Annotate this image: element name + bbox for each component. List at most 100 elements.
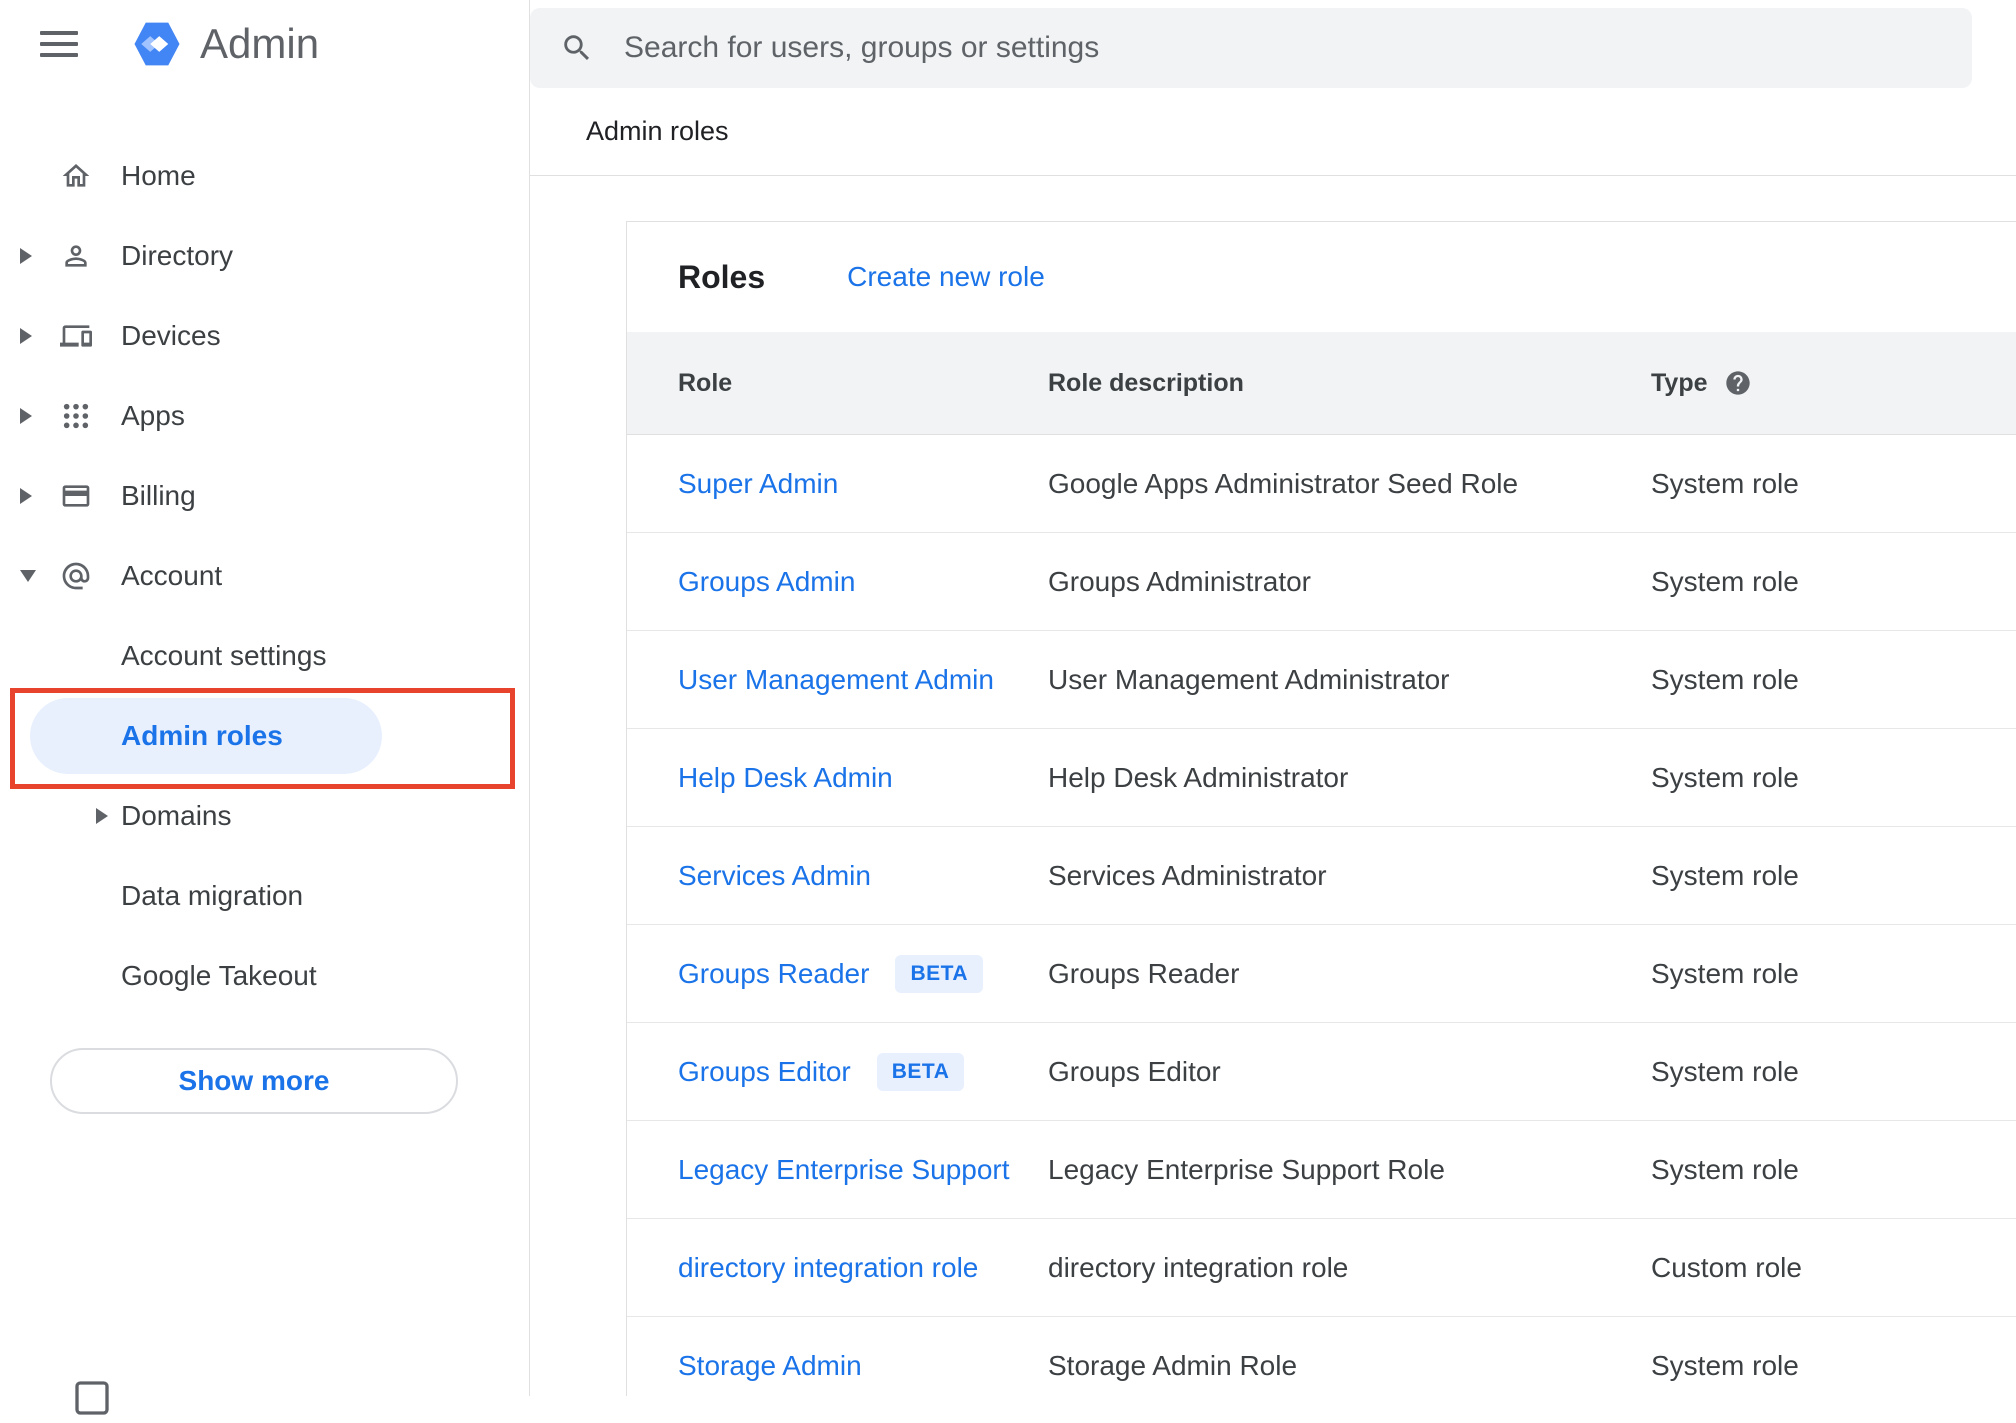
role-description: Legacy Enterprise Support Role — [1048, 1153, 1445, 1185]
role-description: Groups Administrator — [1048, 565, 1311, 597]
table-row[interactable]: Help Desk Admin Help Desk Administrator … — [627, 729, 2016, 827]
role-link[interactable]: Services Admin — [678, 860, 871, 892]
role-link[interactable]: Groups Editor — [678, 1056, 851, 1088]
beta-badge: BETA — [876, 1052, 965, 1091]
search-bar — [530, 8, 1972, 88]
beta-badge: BETA — [895, 954, 984, 993]
sidebar-item-label: Google Takeout — [121, 960, 317, 991]
table-row[interactable]: User Management Admin User Management Ad… — [627, 631, 2016, 729]
role-type: System role — [1651, 565, 1799, 597]
account-at-icon — [56, 560, 96, 592]
role-type: System role — [1651, 1349, 1799, 1381]
table-row[interactable]: Groups Reader BETA Groups Reader System … — [627, 925, 2016, 1023]
sidebar: Admin Home Directory Devices Apps Billin… — [0, 0, 530, 1415]
directory-icon — [56, 240, 96, 272]
sidebar-item-label: Billing — [121, 480, 196, 511]
column-header-description: Role description — [1048, 368, 1244, 397]
sidebar-item-account[interactable]: Account — [0, 536, 529, 616]
create-new-role-link[interactable]: Create new role — [847, 261, 1045, 293]
devices-icon — [56, 320, 96, 352]
billing-card-icon — [56, 480, 96, 512]
table-row[interactable]: Super Admin Google Apps Administrator Se… — [627, 435, 2016, 533]
role-description: Services Administrator — [1048, 859, 1327, 891]
show-more-button[interactable]: Show more — [50, 1048, 458, 1114]
sidebar-item-devices[interactable]: Devices — [0, 296, 529, 376]
role-type: System role — [1651, 761, 1799, 793]
role-description: Google Apps Administrator Seed Role — [1048, 467, 1519, 499]
table-row[interactable]: Legacy Enterprise Support Legacy Enterpr… — [627, 1121, 2016, 1219]
divider — [530, 175, 2016, 176]
search-input[interactable] — [624, 31, 1942, 65]
role-link[interactable]: User Management Admin — [678, 664, 994, 696]
role-description: Groups Reader — [1048, 957, 1240, 989]
bottom-partial-icon — [72, 1378, 112, 1423]
table-header-row: Role Role description Type — [627, 332, 2016, 435]
sidebar-item-label: Account — [121, 560, 223, 591]
sidebar-item-apps[interactable]: Apps — [0, 376, 529, 456]
sidebar-item-data-migration[interactable]: Data migration — [0, 856, 529, 936]
role-description: Help Desk Administrator — [1048, 761, 1349, 793]
role-link[interactable]: directory integration role — [678, 1252, 978, 1284]
sidebar-item-label: Home — [121, 160, 196, 191]
sidebar-nav: Home Directory Devices Apps Billing Acco… — [0, 88, 529, 1114]
sidebar-item-label: Apps — [121, 400, 185, 431]
sidebar-header: Admin — [0, 0, 529, 88]
table-row[interactable]: Groups Editor BETA Groups Editor System … — [627, 1023, 2016, 1121]
column-header-role: Role — [678, 368, 733, 397]
role-link[interactable]: Legacy Enterprise Support — [678, 1154, 1010, 1186]
role-description: User Management Administrator — [1048, 663, 1450, 695]
role-description: directory integration role — [1048, 1251, 1349, 1283]
role-type: System role — [1651, 663, 1799, 695]
expand-arrow-icon — [20, 328, 32, 344]
role-link[interactable]: Groups Admin — [678, 566, 855, 598]
sidebar-item-account-settings[interactable]: Account settings — [0, 616, 529, 696]
sidebar-item-label: Admin roles — [121, 720, 283, 751]
role-type: System role — [1651, 859, 1799, 891]
sidebar-item-admin-roles[interactable]: Admin roles — [0, 696, 529, 776]
sidebar-item-home[interactable]: Home — [0, 136, 529, 216]
role-link[interactable]: Super Admin — [678, 468, 838, 500]
home-icon — [56, 160, 96, 192]
role-link[interactable]: Help Desk Admin — [678, 762, 893, 794]
role-link[interactable]: Groups Reader — [678, 958, 869, 990]
collapse-arrow-icon — [20, 570, 36, 582]
admin-logo-icon — [134, 22, 180, 66]
role-type: System role — [1651, 1055, 1799, 1087]
roles-card-header: Roles Create new role — [627, 222, 2016, 332]
role-type: System role — [1651, 957, 1799, 989]
role-description: Storage Admin Role — [1048, 1349, 1298, 1381]
sidebar-item-google-takeout[interactable]: Google Takeout — [0, 936, 529, 1016]
role-description: Groups Editor — [1048, 1055, 1221, 1087]
apps-grid-icon — [56, 400, 96, 432]
role-type: System role — [1651, 467, 1799, 499]
roles-card: Roles Create new role Role Role descript… — [626, 221, 2016, 1396]
sidebar-item-label: Devices — [121, 320, 221, 351]
sidebar-item-label: Directory — [121, 240, 234, 271]
sidebar-item-domains[interactable]: Domains — [0, 776, 529, 856]
sidebar-item-directory[interactable]: Directory — [0, 216, 529, 296]
app-title: Admin — [200, 20, 320, 67]
table-row[interactable]: Groups Admin Groups Administrator System… — [627, 533, 2016, 631]
sidebar-item-label: Domains — [121, 800, 232, 831]
expand-arrow-icon — [20, 408, 32, 424]
page-title: Roles — [678, 258, 766, 295]
table-row[interactable]: Services Admin Services Administrator Sy… — [627, 827, 2016, 925]
role-type: Custom role — [1651, 1251, 1802, 1283]
roles-table-body: Super Admin Google Apps Administrator Se… — [627, 435, 2016, 1396]
role-type: System role — [1651, 1153, 1799, 1185]
breadcrumb: Admin roles — [586, 116, 729, 146]
table-row[interactable]: Storage Admin Storage Admin Role System … — [627, 1317, 2016, 1396]
expand-arrow-icon — [20, 488, 32, 504]
sidebar-item-label: Account settings — [121, 640, 327, 671]
table-row[interactable]: directory integration role directory int… — [627, 1219, 2016, 1317]
help-icon[interactable] — [1724, 369, 1752, 397]
sidebar-item-label: Data migration — [121, 880, 304, 911]
expand-arrow-icon — [96, 808, 108, 824]
app-logo: Admin — [130, 17, 319, 71]
column-header-type: Type — [1651, 368, 1708, 397]
expand-arrow-icon — [20, 248, 32, 264]
sidebar-item-billing[interactable]: Billing — [0, 456, 529, 536]
role-link[interactable]: Storage Admin — [678, 1350, 862, 1382]
search-icon — [564, 35, 590, 61]
menu-icon[interactable] — [40, 31, 78, 57]
